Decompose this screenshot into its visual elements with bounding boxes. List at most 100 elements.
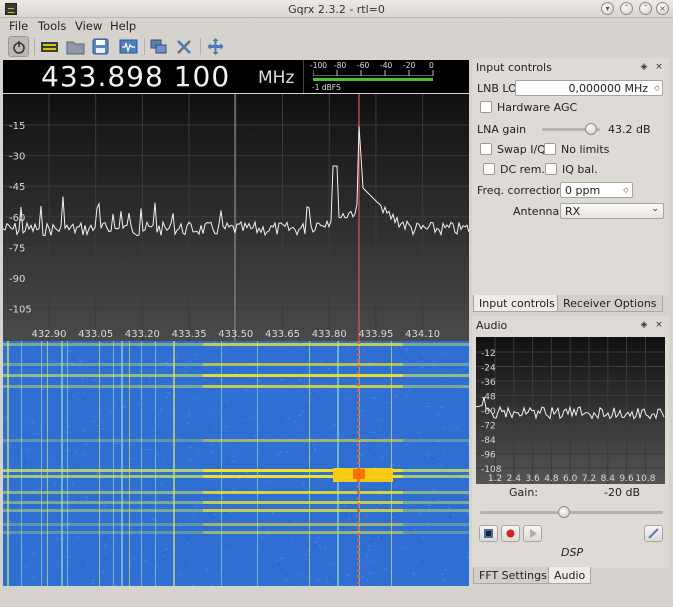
fft-freq-label: 433.65 [265,329,300,340]
close-window-icon[interactable]: × [656,2,669,15]
meter-tick: -40 [380,61,393,70]
spin-arrows-icon[interactable]: ◇ [652,83,662,93]
audio-db-label: -24 [481,364,496,374]
io-devices-button[interactable] [39,36,60,57]
meter-tick: -100 [310,61,328,70]
close-dock-icon[interactable]: × [654,320,664,330]
float-dock-icon[interactable]: ◈ [639,320,649,330]
keep-above-icon[interactable]: ˄ [620,2,633,15]
menu-file[interactable]: File [9,19,28,33]
record-icon [506,529,515,538]
close-dock-icon[interactable]: × [654,62,664,72]
swap-iq-checkbox[interactable] [480,143,492,155]
minimize-icon[interactable]: ˅ [639,2,652,15]
fft-db-label: -60 [9,213,25,224]
remote-control-button[interactable] [148,36,169,57]
lna-gain-label: LNA gain [477,123,527,136]
fft-db-label: -75 [9,243,25,254]
antenna-label: Antenna [513,205,560,218]
dc-rem-label: DC rem. [500,163,545,176]
dsp-label: DSP [561,546,584,559]
fft-db-label: -30 [9,152,25,163]
wrench-icon [648,528,659,539]
hardware-agc-checkbox[interactable] [480,101,492,113]
meter-tick: -60 [357,61,370,70]
configure-button[interactable] [174,36,195,57]
audio-gain-slider[interactable] [480,511,663,514]
fft-db-label: -45 [9,182,25,193]
frequency-display: 433.898 100 MHz -100 -80 -60 -40 -20 0 -… [3,60,469,93]
title-bar: Gqrx 2.3.2 - rtl=0 ▾ ˄ ˅ × [0,0,673,18]
audio-gain-label: Gain: [509,486,538,499]
fft-freq-label: 433.35 [172,329,207,340]
status-bar [0,590,673,607]
no-limits-label: No limits [561,143,610,156]
fft-canvas: -15 -30 -45 -60 -75 -90 -105 432.90 433.05 433.2… [3,94,469,341]
tab-audio[interactable]: Audio [548,567,592,584]
menu-help[interactable]: Help [110,19,136,33]
tab-fft-settings[interactable]: FFT Settings [473,567,553,584]
signal-meter: -100 -80 -60 -40 -20 0 -1 dBFS [303,60,440,93]
audio-freq-label: 6.0 [563,474,578,484]
fft-freq-label: 433.05 [78,329,113,340]
meter-label: -1 dBFS [312,83,341,92]
power-button[interactable] [8,36,29,57]
fft-freq-label: 433.95 [358,329,393,340]
power-icon [13,41,25,54]
audio-db-label: -84 [481,436,496,446]
move-arrows-icon [207,38,224,55]
screenshot-button[interactable] [118,36,139,57]
audio-db-label: -36 [481,378,496,388]
audio-db-label: -96 [481,451,496,461]
fullscreen-button[interactable] [205,36,226,57]
audio-fft-canvas: -12-24-36-48-60-72-84-96-108 1.2 2.4 3.6 4.… [476,337,665,484]
spin-arrows-icon[interactable]: ◇ [621,185,631,195]
record-button[interactable] [501,525,520,542]
waveform-icon [119,39,138,54]
swap-iq-label: Swap I/Q [497,143,546,156]
audio-freq-label: 10.8 [635,474,655,484]
audio-gain-slider-handle[interactable] [558,506,570,518]
fft-db-label: -15 [9,121,25,132]
fft-db-label: -105 [9,305,32,316]
window-menu-icon[interactable]: ▾ [601,2,614,15]
meter-tick: -20 [403,61,416,70]
menu-bar: File Tools View Help [0,18,673,34]
fft-freq-label: 433.50 [218,329,253,340]
lna-gain-slider-handle[interactable] [585,123,597,135]
audio-fft-plot[interactable]: -12 -24 -36 -48 -60 -72 -84 -96 -108 1.2 2.4 3.6 4.… [476,337,665,484]
play-icon [530,529,537,538]
float-dock-icon[interactable]: ◈ [639,62,649,72]
stream-icon [484,529,493,538]
save-icon [92,38,109,55]
open-settings-button[interactable] [65,36,86,57]
audio-options-button[interactable] [644,525,663,542]
network-icon [150,39,167,54]
save-settings-button[interactable] [90,36,111,57]
waterfall-canvas [3,341,469,586]
iq-bal-checkbox[interactable] [545,163,557,175]
waterfall-plot[interactable] [3,341,469,586]
meter-level-bar [313,78,433,81]
fft-freq-label: 433.20 [125,329,160,340]
antenna-select[interactable]: RX ⌄ [560,203,664,219]
menu-view[interactable]: View [75,19,102,33]
freq-correction-label: Freq. correction [477,184,563,197]
audio-freq-label: 2.4 [507,474,522,484]
meter-tick: -80 [334,61,347,70]
hardware-agc-label: Hardware AGC [497,101,578,114]
play-button[interactable] [523,525,542,542]
chevron-down-icon: ⌄ [651,204,659,214]
audio-gain-value: -20 dB [604,486,640,499]
udp-stream-button[interactable] [479,525,498,542]
frequency-unit: MHz [258,68,295,88]
fft-plot[interactable]: -15 -30 -45 -60 -75 -90 -105 432.90 433.05 433.2… [3,94,469,341]
tab-receiver-options[interactable]: Receiver Options [557,295,663,312]
dc-rem-checkbox[interactable] [483,163,495,175]
menu-tools[interactable]: Tools [38,19,66,33]
fft-freq-label: 434.10 [405,329,440,340]
frequency-value[interactable]: 433.898 100 [41,60,230,93]
lnb-lo-input[interactable]: 0,000000 MHz [515,80,663,96]
tab-input-controls[interactable]: Input controls [473,295,561,312]
no-limits-checkbox[interactable] [544,143,556,155]
